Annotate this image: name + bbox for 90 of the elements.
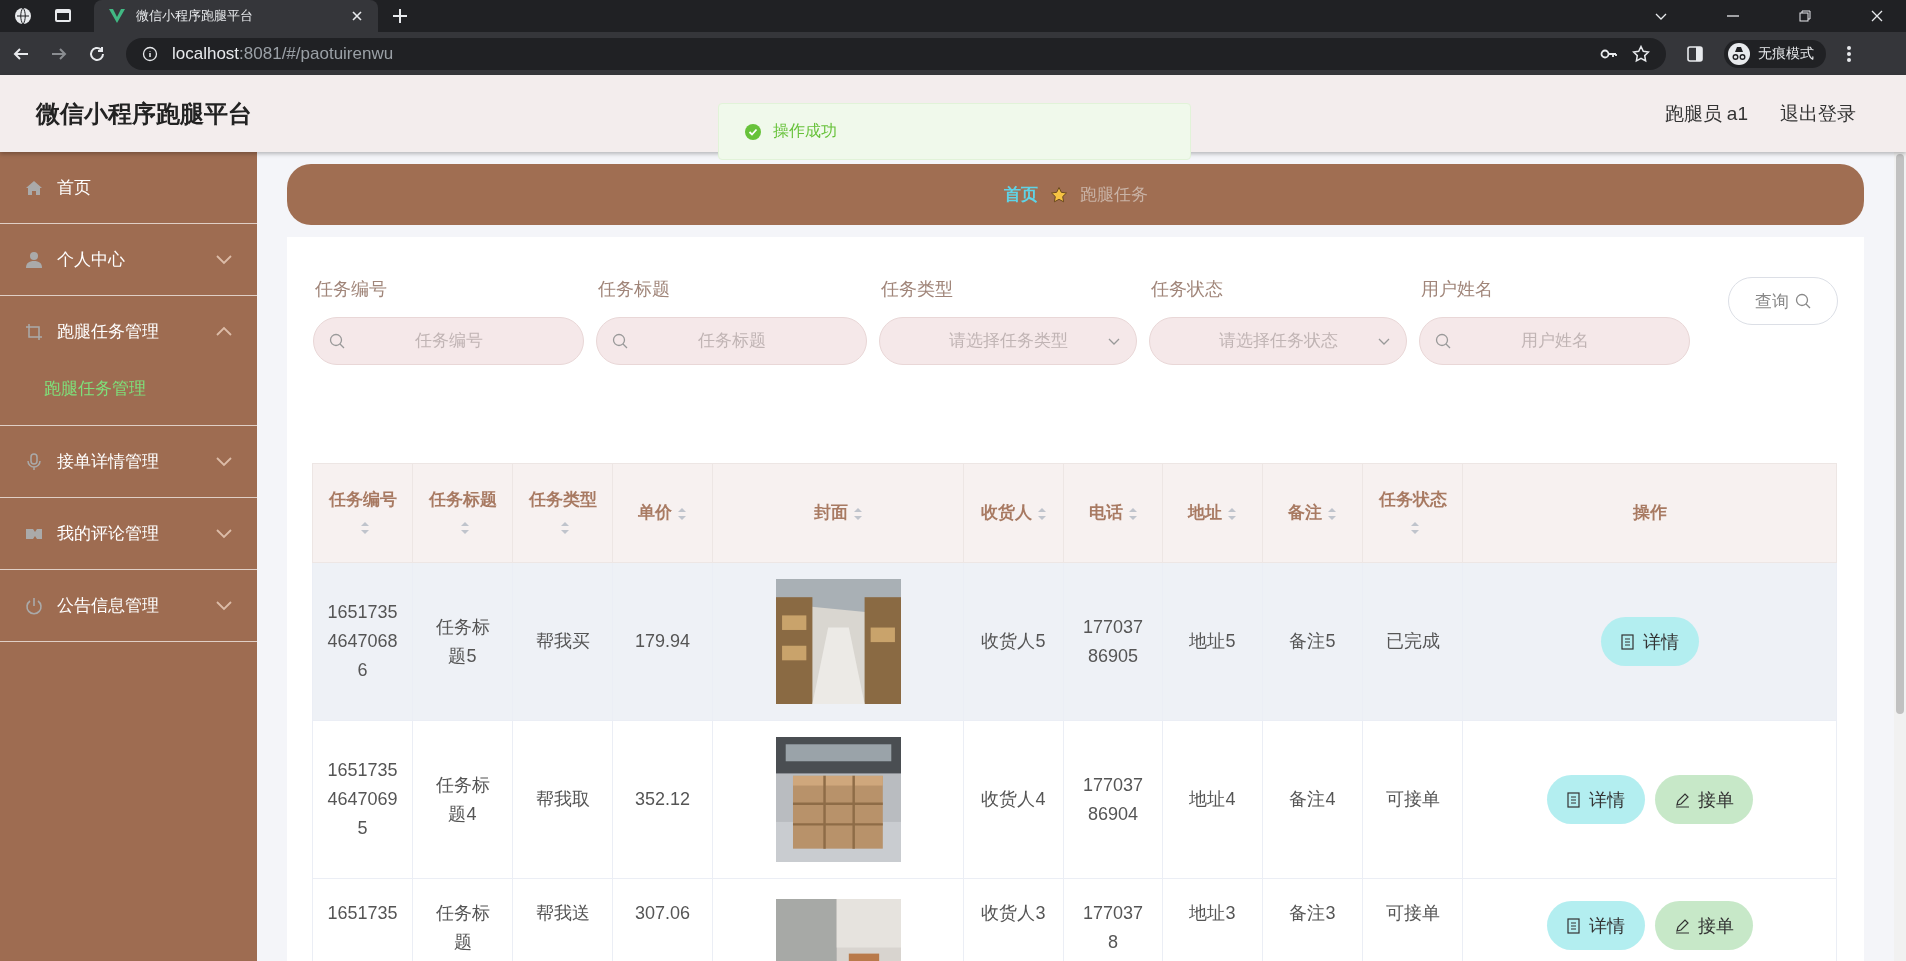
column-header[interactable]: 地址 [1162,463,1263,563]
search-icon [612,333,628,349]
site-title: 微信小程序跑腿平台 [36,98,252,129]
microphone-icon [25,452,43,471]
document-icon [1566,791,1581,808]
table-cell: 帮我取 [512,720,613,879]
table-cell: 17703786904 [1063,720,1163,879]
table-cell: 地址4 [1162,720,1263,879]
sidebar-item[interactable]: 公告信息管理 [0,570,257,641]
column-header[interactable]: 单价 [612,463,713,563]
pencil-icon [1673,917,1690,934]
table-cell: 备注4 [1262,720,1363,879]
home-icon [25,178,43,197]
search-icon [329,333,345,349]
table-cell: 17703786905 [1063,562,1163,721]
column-header[interactable]: 任务状态 [1362,463,1463,563]
user-icon [25,250,43,269]
detail-button[interactable]: 详情 [1546,775,1645,824]
breadcrumb-item: 跑腿任务 [1079,184,1148,206]
sidebar-item[interactable]: 接单详情管理 [0,426,257,497]
table-cell: 179.94 [612,562,713,721]
user-name: 跑腿员 a1 [1664,101,1748,126]
detail-button[interactable]: 详情 [1600,617,1699,666]
table-cell: 165173546470686 [312,562,413,721]
reload-icon [88,44,106,63]
sidebar-item[interactable]: 首页 [0,152,257,223]
table-cell: 任务标题4 [412,720,513,879]
globe-icon [14,7,32,25]
toast-message: 操作成功 [773,121,837,141]
sidebar-item[interactable]: 个人中心 [0,224,257,295]
restore-icon [1798,9,1812,23]
field-label: 任务标题 [597,278,671,301]
table-row[interactable]: 165173546470695 任务标题4 帮我取 352.12 收货人4 17703786904 地址4 备注4 可接单 详情 接单 [312,720,1837,879]
table-cell: 收货人5 [963,562,1064,721]
side-panel-icon [1686,44,1704,63]
table-cell: 备注5 [1262,562,1363,721]
column-header[interactable]: 任务类型 [512,463,613,563]
field-label: 任务类型 [880,278,954,301]
power-icon [25,596,43,615]
column-header[interactable]: 收货人 [963,463,1064,563]
accept-button[interactable]: 接单 [1654,775,1753,824]
table-cell: 帮我买 [512,562,613,721]
breadcrumb-item[interactable]: 首页 [1003,183,1038,206]
close-icon [350,9,364,23]
incognito-badge[interactable]: 无痕模式 [1724,39,1826,68]
column-header[interactable]: 电话 [1063,463,1163,563]
field-label: 用户姓名 [1420,278,1494,301]
document-icon [1620,633,1635,650]
query-button[interactable]: 查询 [1728,277,1838,325]
table-row[interactable]: 165173546470686 任务标题5 帮我买 179.94 收货人5 17703786905 地址5 备注5 已完成 详情 [312,562,1837,721]
search-icon [1795,293,1811,309]
star-icon [1049,185,1068,204]
logout-link[interactable]: 退出登录 [1780,100,1856,127]
more-icon [1846,44,1852,63]
column-header[interactable]: 任务标题 [412,463,513,563]
column-header[interactable]: 任务编号 [312,463,413,563]
plus-icon [392,8,408,24]
table-cell: 已完成 [1362,562,1463,721]
field-label: 任务状态 [1150,278,1224,301]
window-icon [54,7,72,25]
info-icon [142,45,158,62]
star-icon [1632,44,1650,63]
tab-title: 微信小程序跑腿平台 [136,7,254,25]
search-icon [1435,333,1451,349]
column-header[interactable]: 备注 [1262,463,1363,563]
browser-tab[interactable]: 微信小程序跑腿平台 [94,0,378,32]
pencil-icon [1673,791,1690,808]
url-text: localhost:8081/#/paotuirenwu [172,43,394,64]
table-cell: 1651735 [312,878,413,961]
scrollbar-thumb[interactable] [1896,154,1904,714]
v-logo-icon [108,7,126,25]
close-icon [1870,9,1884,23]
column-header[interactable]: 封面 [712,463,964,563]
table-row[interactable]: 1651735 任务标题 帮我送 307.06 收货人3 1770378 地址3 备注3 可接单 详情 接单 [312,878,1837,961]
table-cell: 地址5 [1162,562,1263,721]
table-cell: 可接单 [1362,720,1463,879]
column-header: 操作 [1462,463,1837,563]
detail-button[interactable]: 详情 [1546,901,1645,950]
success-icon [745,123,761,140]
table-cell: 165173546470695 [312,720,413,879]
accept-button[interactable]: 接单 [1654,901,1753,950]
table-cell: 352.12 [612,720,713,879]
sidebar-item[interactable]: 我的评论管理 [0,498,257,569]
document-icon [1566,917,1581,934]
incognito-icon [1728,42,1750,65]
field-label: 任务编号 [314,278,388,301]
table-cell: 任务标题5 [412,562,513,721]
table-cell: 收货人4 [963,720,1064,879]
address-field[interactable]: localhost:8081/#/paotuirenwu [126,37,1666,70]
crop-icon [25,322,43,341]
